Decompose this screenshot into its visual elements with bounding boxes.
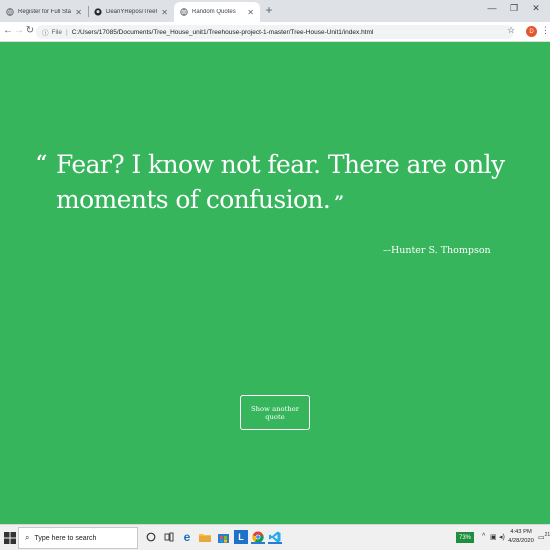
globe-icon — [6, 8, 14, 16]
show-another-quote-button[interactable]: Show another quote — [240, 395, 310, 430]
close-quote-mark: ” — [334, 193, 344, 213]
close-tab-icon[interactable]: ✕ — [75, 8, 82, 17]
edge-icon[interactable]: e — [180, 530, 194, 544]
tab-title: DeanYRepos/Treehouse-project- — [106, 9, 157, 15]
task-view-icon[interactable] — [162, 530, 176, 544]
address-bar[interactable]: ⓘ File | C:/Users/17085/Documents/Tree_H… — [36, 25, 514, 39]
taskbar-search[interactable]: ⌕ Type here to search — [18, 527, 138, 549]
address-scheme: File — [51, 28, 62, 36]
bookmark-star-icon[interactable]: ☆ — [507, 25, 515, 36]
quote-text: “ Fear? I know not fear. There are only m… — [36, 147, 506, 221]
menu-kebab-icon[interactable]: ⋮ — [541, 25, 550, 36]
clock-time: 4:43 PM — [510, 529, 532, 535]
close-window-button[interactable]: ✕ — [526, 3, 546, 14]
show-hidden-icons-chevron[interactable]: ^ — [482, 533, 485, 540]
notification-center-icon[interactable]: ▭21 — [538, 532, 550, 541]
vscode-icon[interactable] — [268, 530, 282, 544]
minimize-button[interactable]: — — [482, 3, 502, 13]
tab-title: Random Quotes — [192, 9, 236, 15]
notification-count: 21 — [544, 532, 550, 538]
quote-box: “ Fear? I know not fear. There are only m… — [36, 147, 506, 221]
volume-icon[interactable]: ◂) — [499, 533, 505, 541]
tab-github-repo[interactable]: DeanYRepos/Treehouse-project- ✕ — [88, 2, 174, 22]
close-tab-icon[interactable]: ✕ — [247, 8, 254, 17]
tab-title: Register for Full Stack Conf — [18, 9, 72, 15]
file-explorer-icon[interactable] — [198, 530, 212, 544]
profile-avatar[interactable]: D — [526, 26, 537, 37]
search-icon: ⌕ — [25, 533, 30, 542]
reload-icon[interactable]: ↻ — [24, 25, 36, 36]
clock-date: 4/28/2020 — [508, 538, 534, 544]
store-icon[interactable] — [216, 530, 230, 544]
app-l-icon[interactable]: L — [234, 530, 248, 544]
close-tab-icon[interactable]: ✕ — [161, 8, 168, 17]
active-app-indicator — [268, 542, 282, 544]
taskbar-search-placeholder: Type here to search — [34, 534, 97, 542]
open-quote-mark: “ — [36, 150, 48, 174]
quote-body: Fear? I know not fear. There are only mo… — [56, 150, 505, 214]
windows-taskbar: ⌕ Type here to search e L 73% ^ ▣ ◂) 4:4… — [0, 524, 550, 550]
tab-register[interactable]: Register for Full Stack Conf ✕ — [0, 2, 88, 22]
address-separator: | — [65, 28, 68, 36]
chrome-icon[interactable] — [251, 530, 265, 544]
maximize-button[interactable]: ❐ — [504, 3, 524, 14]
tab-random-quotes[interactable]: Random Quotes ✕ — [174, 2, 260, 22]
tab-strip: Register for Full Stack Conf ✕ DeanYRepo… — [0, 0, 550, 22]
new-tab-button[interactable]: + — [262, 3, 276, 17]
windows-start-icon[interactable] — [4, 531, 16, 544]
browser-toolbar: ← → ↻ ⓘ File | C:/Users/17085/Documents/… — [0, 22, 550, 42]
cortana-icon[interactable] — [144, 530, 158, 544]
network-icon[interactable]: ▣ — [490, 533, 497, 541]
address-path: C:/Users/17085/Documents/Tree_House_unit… — [71, 28, 374, 36]
system-clock[interactable]: 4:43 PM 4/28/2020 — [505, 528, 537, 546]
globe-icon — [180, 8, 188, 16]
active-app-indicator — [251, 542, 265, 544]
github-icon — [94, 8, 102, 16]
battery-indicator[interactable]: 73% — [456, 532, 474, 543]
quote-source: –-Hunter S. Thompson — [383, 245, 491, 256]
info-icon[interactable]: ⓘ — [42, 27, 49, 37]
